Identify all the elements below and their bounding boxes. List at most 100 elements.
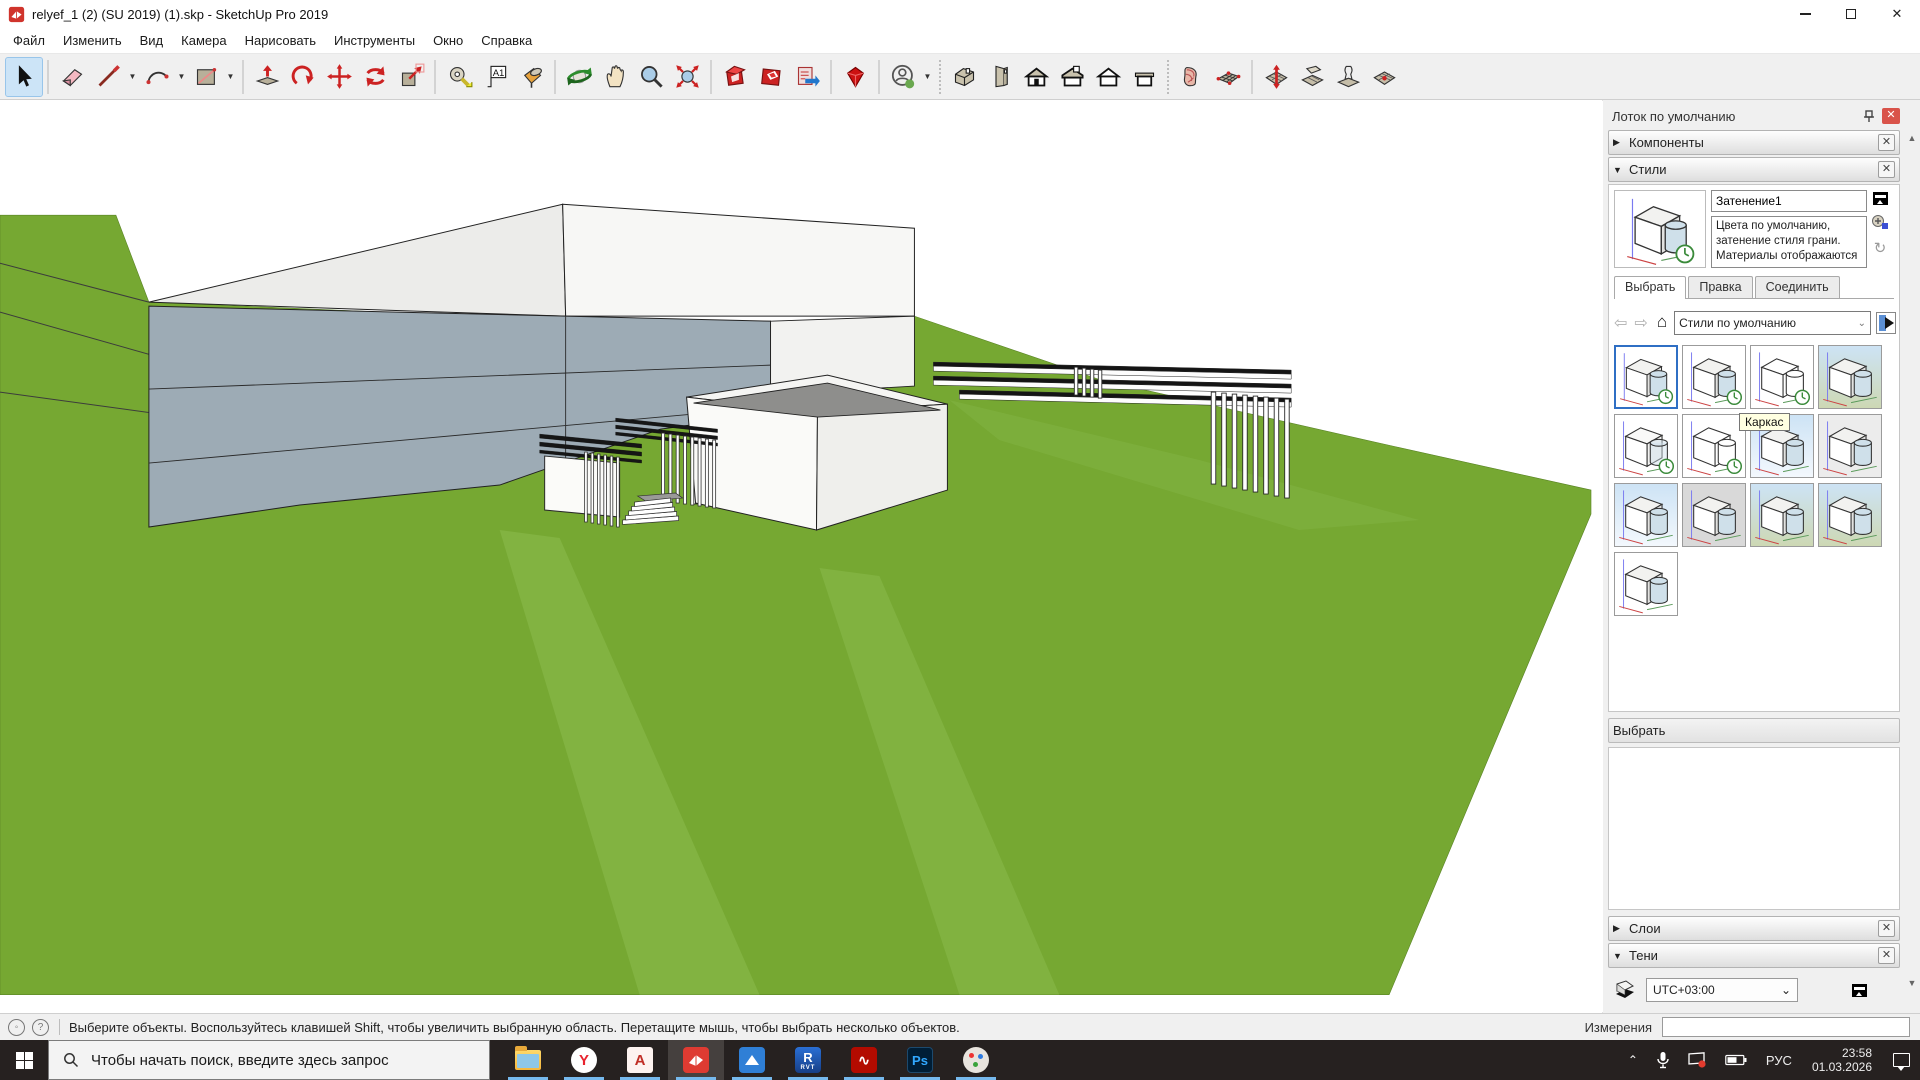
menu-item-0[interactable]: Файл: [4, 29, 54, 52]
microphone-icon[interactable]: [1656, 1051, 1670, 1069]
battery-icon[interactable]: [1725, 1054, 1747, 1066]
geolocation-icon[interactable]: ◦: [8, 1019, 25, 1036]
view-left-icon[interactable]: [1126, 58, 1162, 96]
style-thumbnail-skygreen-11[interactable]: [1818, 483, 1882, 547]
pin-icon[interactable]: [1862, 109, 1876, 123]
paint-bucket-tool-icon[interactable]: [513, 58, 549, 96]
taskbar-app-revit[interactable]: RRVT: [780, 1040, 836, 1080]
refresh-style-icon[interactable]: ↻: [1874, 239, 1887, 257]
orbit-tool-icon[interactable]: [561, 58, 597, 96]
tab-mix[interactable]: Соединить: [1755, 276, 1840, 298]
tool-dropdown-arrow[interactable]: ▼: [921, 58, 934, 96]
forward-arrow-icon[interactable]: ⇨: [1634, 313, 1647, 333]
section-components[interactable]: ▶ Компоненты ✕: [1608, 130, 1900, 155]
extension-warehouse-icon[interactable]: [753, 58, 789, 96]
stamp-tool-icon[interactable]: [1294, 58, 1330, 96]
text-tool-icon[interactable]: A1: [477, 58, 513, 96]
taskbar-app-paint[interactable]: [948, 1040, 1004, 1080]
view-right-icon[interactable]: [1054, 58, 1090, 96]
show-secondary-pane-icon[interactable]: [1873, 192, 1888, 205]
measurements-input[interactable]: [1662, 1017, 1910, 1037]
3d-warehouse-icon[interactable]: [717, 58, 753, 96]
pushpull-tool-icon[interactable]: [249, 58, 285, 96]
section-styles-close[interactable]: ✕: [1878, 161, 1895, 178]
style-thumbnail-gray-9[interactable]: [1682, 483, 1746, 547]
style-thumbnail-skygreen-3[interactable]: [1818, 345, 1882, 409]
menu-item-4[interactable]: Нарисовать: [236, 29, 325, 52]
view-iso-icon[interactable]: [946, 58, 982, 96]
panel-scrollbar[interactable]: ▲ ▼: [1904, 128, 1920, 1008]
followme-tool-icon[interactable]: [285, 58, 321, 96]
section-layers-close[interactable]: ✕: [1878, 920, 1895, 937]
scroll-down-icon[interactable]: ▼: [1904, 975, 1920, 991]
pan-tool-icon[interactable]: [597, 58, 633, 96]
back-arrow-icon[interactable]: ⇦: [1614, 313, 1627, 333]
share-model-icon[interactable]: [789, 58, 825, 96]
scale-tool-icon[interactable]: [393, 58, 429, 96]
tool-dropdown-arrow[interactable]: ▼: [175, 58, 188, 96]
display-notification-icon[interactable]: [1688, 1052, 1707, 1069]
style-thumbnail-shaded-0[interactable]: [1614, 345, 1678, 409]
view-top-icon[interactable]: [982, 58, 1018, 96]
arc-tool-icon[interactable]: [139, 58, 175, 96]
taskbar-clock[interactable]: 23:58 01.03.2026: [1812, 1046, 1872, 1074]
home-icon[interactable]: ⌂: [1657, 312, 1667, 332]
taskbar-app-explorer[interactable]: [500, 1040, 556, 1080]
line-tool-icon[interactable]: [90, 58, 126, 96]
terrain-from-contours-icon[interactable]: [1174, 58, 1210, 96]
hidden-icons-chevron[interactable]: ⌃: [1628, 1053, 1638, 1067]
action-center-button[interactable]: [1882, 1040, 1920, 1080]
ruby-console-icon[interactable]: [837, 58, 873, 96]
style-thumbnail-hiddenline-5[interactable]: [1682, 414, 1746, 478]
style-thumbnail-shadedgray-7[interactable]: [1818, 414, 1882, 478]
maximize-button[interactable]: [1828, 0, 1874, 28]
style-thumbnail-hiddenline-2[interactable]: [1750, 345, 1814, 409]
taskbar-app-photos[interactable]: [724, 1040, 780, 1080]
toggle-shadows-icon[interactable]: [1612, 978, 1638, 1002]
select-tool-icon[interactable]: [6, 58, 42, 96]
taskbar-app-photoshop[interactable]: Ps: [892, 1040, 948, 1080]
language-indicator[interactable]: РУС: [1766, 1053, 1792, 1068]
tape-measure-tool-icon[interactable]: [441, 58, 477, 96]
drape-tool-icon[interactable]: [1330, 58, 1366, 96]
style-collection-dropdown[interactable]: Стили по умолчанию ⌄: [1674, 311, 1871, 335]
rotate-tool-icon[interactable]: [357, 58, 393, 96]
details-button[interactable]: [1876, 312, 1896, 334]
section-components-close[interactable]: ✕: [1878, 134, 1895, 151]
show-secondary-pane-icon[interactable]: [1852, 984, 1867, 997]
tray-close-button[interactable]: ✕: [1882, 108, 1900, 124]
minimize-button[interactable]: [1782, 0, 1828, 28]
viewport[interactable]: [0, 100, 1603, 1013]
tab-edit[interactable]: Правка: [1688, 276, 1752, 298]
smoove-tool-icon[interactable]: [1258, 58, 1294, 96]
view-front-icon[interactable]: [1018, 58, 1054, 96]
help-icon[interactable]: ?: [32, 1019, 49, 1036]
taskbar-search[interactable]: Чтобы начать поиск, введите здесь запрос: [48, 1040, 490, 1080]
view-back-icon[interactable]: [1090, 58, 1126, 96]
add-detail-tool-icon[interactable]: [1366, 58, 1402, 96]
menu-item-5[interactable]: Инструменты: [325, 29, 424, 52]
terrain-from-scratch-icon[interactable]: [1210, 58, 1246, 96]
menu-item-6[interactable]: Окно: [424, 29, 472, 52]
style-thumbnail-shaded-1[interactable]: [1682, 345, 1746, 409]
taskbar-app-yandex-browser[interactable]: Y: [556, 1040, 612, 1080]
taskbar-app-sketchup[interactable]: [668, 1040, 724, 1080]
rectangle-tool-icon[interactable]: [188, 58, 224, 96]
style-name-input[interactable]: [1711, 190, 1867, 212]
create-style-icon[interactable]: [1871, 213, 1889, 231]
zoom-extents-tool-icon[interactable]: [669, 58, 705, 96]
tab-select[interactable]: Выбрать: [1614, 276, 1686, 299]
style-thumbnail-skygreen-10[interactable]: [1750, 483, 1814, 547]
start-button[interactable]: [0, 1040, 48, 1080]
styles-in-model-list[interactable]: [1608, 747, 1900, 910]
move-tool-icon[interactable]: [321, 58, 357, 96]
style-thumbnail-xray-4[interactable]: [1614, 414, 1678, 478]
menu-item-2[interactable]: Вид: [131, 29, 173, 52]
account-icon[interactable]: [885, 58, 921, 96]
scroll-up-icon[interactable]: ▲: [1904, 130, 1920, 146]
section-shadows[interactable]: ▼ Тени ✕: [1608, 943, 1900, 968]
close-button[interactable]: ✕: [1874, 0, 1920, 28]
section-layers[interactable]: ▶ Слои ✕: [1608, 916, 1900, 941]
tool-dropdown-arrow[interactable]: ▼: [224, 58, 237, 96]
menu-item-1[interactable]: Изменить: [54, 29, 131, 52]
